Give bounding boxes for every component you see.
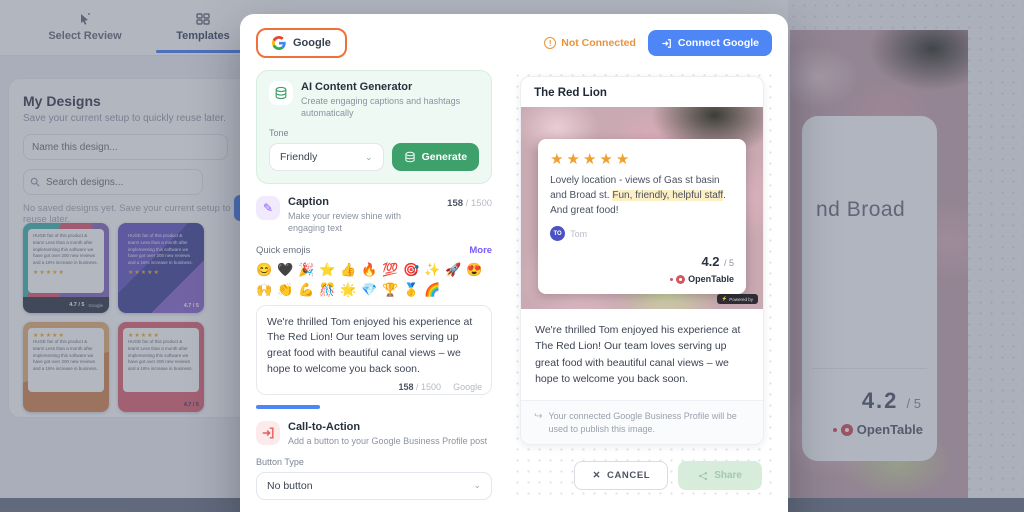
emoji-button[interactable]: 👍	[340, 263, 357, 276]
emoji-row-2: 🙌 👏 💪 🎊 🌟 💎 🏆 🥇 🌈	[256, 283, 492, 296]
generate-button-label: Generate	[421, 151, 468, 164]
review-card: ★★★★★ Lovely location - views of Gas st …	[538, 139, 746, 294]
emoji-button[interactable]: 🌟	[340, 283, 357, 296]
chevron-down-icon: ⌄	[473, 480, 482, 491]
button-type-label: Button Type	[256, 456, 304, 467]
opentable-dot-icon	[670, 277, 674, 281]
preview-caption-text: We're thrilled Tom enjoyed his experienc…	[535, 324, 741, 385]
composer-column: AI Content Generator Create engaging cap…	[256, 70, 496, 500]
link-arrow-icon: ↪	[534, 411, 543, 423]
review-rating: 4.2 / 5 OpenTable	[550, 253, 734, 284]
emoji-button[interactable]: 👏	[277, 283, 294, 296]
publish-note-text: Your connected Google Business Profile w…	[548, 411, 737, 434]
ai-generator-subtitle: Create engaging captions and hashtags au…	[301, 96, 461, 119]
post-image: ★★★★★ Lovely location - views of Gas st …	[521, 107, 763, 309]
more-emojis-link[interactable]: More	[469, 245, 492, 256]
login-arrow-icon	[662, 38, 671, 48]
modal-footer: ✕ CANCEL Share	[520, 461, 764, 491]
cta-section-header: Call-to-Action Add a button to your Goog…	[256, 420, 492, 447]
char-progress-track	[256, 404, 492, 409]
ai-layers-icon	[269, 81, 293, 105]
caption-subtitle: Make your review shine with engaging tex…	[288, 211, 402, 234]
quick-emojis-label: Quick emojis	[256, 244, 311, 256]
author-avatar: TO	[550, 226, 566, 241]
cancel-button[interactable]: ✕ CANCEL	[574, 461, 669, 491]
share-post-modal: Google ! Not Connected Connect Google AI…	[240, 14, 788, 512]
textarea-footer: 158 / 1500 Google	[398, 382, 482, 392]
emoji-button[interactable]: 💯	[382, 263, 399, 276]
emoji-button[interactable]: ✨	[424, 263, 441, 276]
google-g-icon	[272, 36, 286, 50]
close-icon: ✕	[592, 470, 602, 482]
caption-pencil-icon: ✎	[256, 196, 280, 221]
connect-button-label: Connect Google	[677, 37, 759, 49]
emoji-button[interactable]: 💪	[298, 283, 315, 296]
review-stars: ★★★★★	[550, 151, 633, 168]
generate-button[interactable]: Generate	[391, 143, 480, 172]
emoji-button[interactable]: 😊	[256, 263, 273, 276]
connect-google-button[interactable]: Connect Google	[647, 30, 772, 56]
opentable-circle-icon	[676, 274, 686, 284]
char-progress-fill	[256, 404, 320, 409]
opentable-label: OpenTable	[688, 274, 734, 284]
textarea-provider-label: Google	[453, 381, 483, 392]
post-preview-card: The Red Lion ★★★★★ Lovely location - vie…	[520, 76, 764, 446]
business-name: The Red Lion	[534, 87, 607, 99]
cta-arrow-icon	[256, 420, 280, 445]
share-button[interactable]: Share	[678, 461, 762, 491]
emoji-button[interactable]: 🎉	[298, 263, 315, 276]
cta-title: Call-to-Action	[288, 420, 361, 433]
tone-select[interactable]: Friendly ⌄	[269, 143, 384, 172]
cta-subtitle: Add a button to your Google Business Pro…	[288, 435, 488, 446]
emoji-button[interactable]: 🙌	[256, 283, 273, 296]
alert-icon: !	[544, 37, 557, 49]
chevron-down-icon: ⌄	[365, 151, 373, 162]
share-nodes-icon	[699, 471, 708, 480]
app-canvas: Select Review Templates My Designs Save …	[0, 0, 1024, 512]
tone-value: Friendly	[280, 151, 318, 164]
google-chip-label: Google	[293, 37, 331, 49]
ai-generator-card: AI Content Generator Create engaging cap…	[256, 70, 493, 185]
ai-generator-title: AI Content Generator	[301, 81, 413, 93]
cancel-button-label: CANCEL	[607, 470, 651, 482]
emoji-button[interactable]: ⭐	[319, 263, 336, 276]
emoji-button[interactable]: 🌈	[424, 283, 441, 296]
button-type-select[interactable]: No button ⌄	[256, 471, 493, 500]
share-button-label: Share	[714, 470, 742, 482]
emoji-button[interactable]: 💎	[361, 283, 378, 296]
emoji-button[interactable]: 🏆	[382, 283, 399, 296]
watermark-badge: ⚡ Powered by	[716, 294, 758, 304]
emoji-button[interactable]: 🎯	[403, 263, 420, 276]
caption-title: Caption	[288, 196, 329, 209]
preview-column: The Red Lion ★★★★★ Lovely location - vie…	[512, 70, 772, 500]
opentable-logo: OpenTable	[550, 274, 734, 284]
emoji-button[interactable]: 😍	[466, 263, 483, 276]
highlighted-text: Fun, friendly, helpful staff	[612, 190, 724, 201]
caption-char-counter: 158 / 1500	[447, 198, 493, 210]
tone-label: Tone	[269, 128, 289, 139]
emoji-button[interactable]: 🥇	[403, 283, 420, 296]
emoji-button[interactable]: 🚀	[445, 263, 462, 276]
modal-header: Google ! Not Connected Connect Google	[256, 28, 772, 58]
publish-note: ↪ Your connected Google Business Profile…	[521, 400, 763, 445]
generate-layers-icon	[404, 152, 415, 163]
emoji-button[interactable]: 🔥	[361, 263, 378, 276]
review-text: Lovely location - views of Gas st basin …	[550, 175, 726, 216]
bolt-icon: ⚡	[721, 296, 728, 301]
google-platform-button[interactable]: Google	[256, 28, 347, 58]
review-author: TO Tom	[550, 226, 734, 241]
watermark-label: Powered by	[729, 296, 753, 302]
author-name: Tom	[570, 228, 588, 239]
emoji-button[interactable]: 🖤	[277, 263, 294, 276]
caption-section-header: ✎ Caption Make your review shine with en…	[256, 196, 492, 234]
status-label: Not Connected	[561, 37, 636, 49]
textarea-char-counter: 158 / 1500	[398, 381, 442, 392]
emoji-button[interactable]: 🎊	[319, 283, 336, 296]
button-type-value: No button	[267, 479, 313, 492]
connection-status: ! Not Connected	[544, 37, 636, 49]
emoji-row-1: 😊 🖤 🎉 ⭐ 👍 🔥 💯 🎯 ✨ 🚀 😍	[256, 263, 492, 276]
